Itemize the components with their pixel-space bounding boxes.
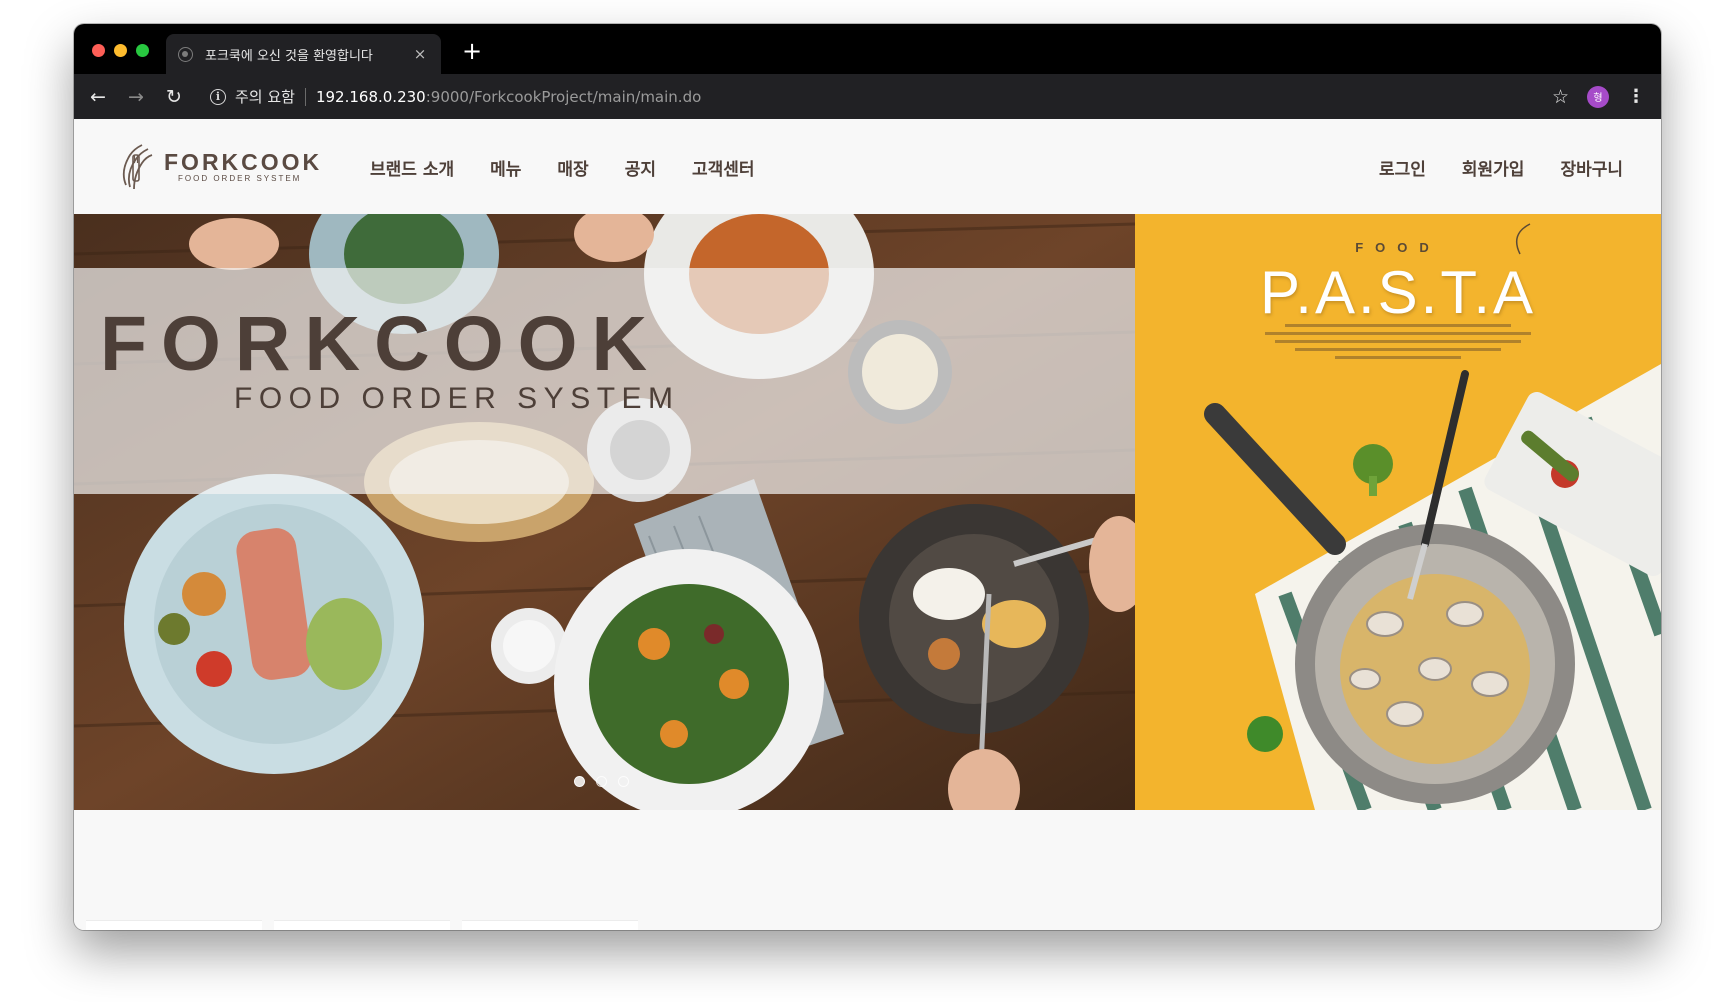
minimize-window-button[interactable] bbox=[114, 44, 127, 57]
reload-icon[interactable]: ↻ bbox=[164, 86, 184, 108]
tab-title: 포크쿡에 오신 것을 환영합니다 bbox=[205, 48, 373, 64]
address-divider bbox=[304, 87, 306, 106]
slider-dot-1[interactable] bbox=[574, 776, 585, 787]
logo-name: FORKCOOK bbox=[164, 148, 323, 175]
bookmark-star-icon[interactable]: ☆ bbox=[1552, 86, 1569, 108]
promo-food-label: FOOD bbox=[1355, 240, 1441, 255]
cart-link[interactable]: 장바구니 bbox=[1560, 155, 1623, 180]
pasta-promo-banner[interactable]: FOOD P.A.S.T.A bbox=[1135, 214, 1661, 810]
content-area bbox=[74, 810, 1661, 930]
nav-item-support[interactable]: 고객센터 bbox=[692, 155, 755, 180]
tab-close-icon[interactable]: × bbox=[411, 45, 429, 63]
close-window-button[interactable] bbox=[92, 44, 105, 57]
fork-logo-icon bbox=[122, 144, 153, 190]
slider-dot-2[interactable] bbox=[596, 776, 607, 787]
slider-dots bbox=[574, 776, 640, 787]
security-status[interactable]: 주의 요함 bbox=[235, 86, 295, 107]
site-logo[interactable]: FORKCOOK FOOD ORDER SYSTEM bbox=[116, 141, 322, 191]
url-path[interactable]: :9000/ForkcookProject/main/main.do bbox=[426, 88, 702, 106]
maximize-window-button[interactable] bbox=[136, 44, 149, 57]
site-header: FORKCOOK FOOD ORDER SYSTEM 브랜드 소개 메뉴 매장 … bbox=[74, 119, 1661, 214]
content-card-3 bbox=[462, 920, 638, 930]
nav-item-menu[interactable]: 메뉴 bbox=[490, 155, 521, 180]
main-nav: 브랜드 소개 메뉴 매장 공지 고객센터 bbox=[370, 155, 791, 180]
info-icon[interactable]: i bbox=[210, 88, 226, 105]
logo-subtitle: FOOD ORDER SYSTEM bbox=[178, 173, 302, 183]
forward-arrow-icon[interactable]: → bbox=[126, 86, 146, 108]
content-card-1 bbox=[86, 920, 262, 930]
back-arrow-icon[interactable]: ← bbox=[88, 86, 108, 108]
tab-bar: 포크쿡에 오신 것을 환영합니다 × + bbox=[74, 24, 1661, 74]
more-menu-icon[interactable]: ⋮ bbox=[1627, 86, 1645, 107]
address-bar[interactable]: i 주의 요함 192.168.0.230 :9000/ForkcookProj… bbox=[210, 82, 1552, 112]
hero-banner: FORKCOOK FOOD ORDER SYSTEM bbox=[74, 214, 1135, 810]
new-tab-button[interactable]: + bbox=[462, 38, 482, 64]
user-nav: 로그인 회원가입 장바구니 bbox=[1379, 155, 1659, 180]
hero-subtitle: FOOD ORDER SYSTEM bbox=[234, 382, 680, 415]
login-link[interactable]: 로그인 bbox=[1379, 155, 1426, 180]
browser-tab[interactable]: 포크쿡에 오신 것을 환영합니다 × bbox=[166, 34, 441, 74]
favicon-icon bbox=[178, 46, 193, 62]
content-card-2 bbox=[274, 920, 450, 930]
nav-item-notice[interactable]: 공지 bbox=[625, 155, 656, 180]
profile-avatar[interactable]: 형 bbox=[1587, 85, 1609, 108]
slider-dot-3[interactable] bbox=[618, 776, 629, 787]
browser-toolbar: ← → ↻ i 주의 요함 192.168.0.230 :9000/Forkco… bbox=[74, 74, 1661, 119]
signup-link[interactable]: 회원가입 bbox=[1462, 155, 1525, 180]
promo-title: P.A.S.T.A bbox=[1259, 259, 1537, 326]
hero-title: FORKCOOK bbox=[100, 301, 662, 387]
browser-window: 포크쿡에 오신 것을 환영합니다 × + ← → ↻ i 주의 요함 192.1… bbox=[74, 24, 1661, 930]
url-host[interactable]: 192.168.0.230 bbox=[316, 88, 426, 106]
nav-item-store[interactable]: 매장 bbox=[557, 155, 588, 180]
nav-item-brand[interactable]: 브랜드 소개 bbox=[370, 155, 454, 180]
